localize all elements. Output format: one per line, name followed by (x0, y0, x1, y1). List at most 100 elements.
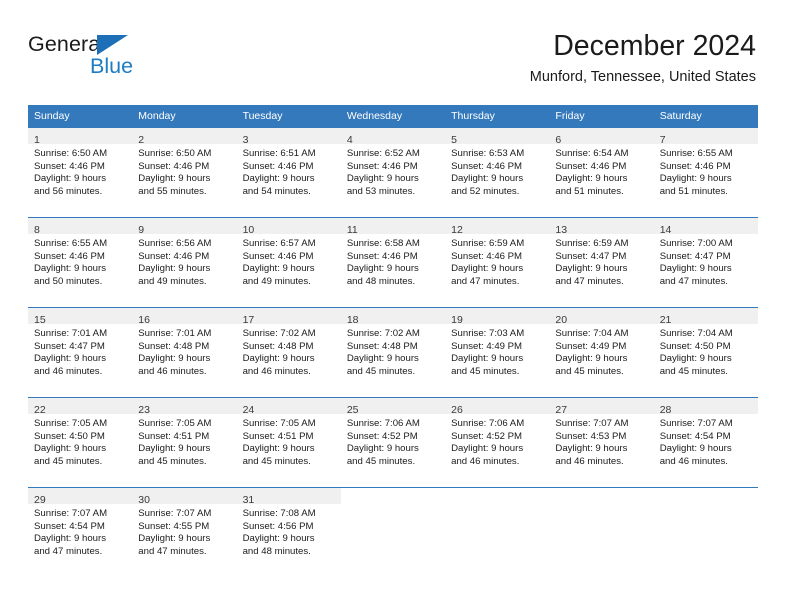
calendar-week-row: 8 Sunrise: 6:55 AM Sunset: 4:46 PM Daylight… (28, 217, 758, 308)
day-cell-content: 20 Sunrise: 7:04 AM Sunset: 4:49 PM Dayligh… (549, 308, 654, 397)
day-sun-info: Sunrise: 7:07 AM Sunset: 4:54 PM Daylight:… (654, 414, 758, 468)
day-sun-info: Sunrise: 7:02 AM Sunset: 4:48 PM Daylight:… (341, 324, 445, 378)
day-number: 12 (451, 224, 463, 236)
day-cell-content: 18 Sunrise: 7:02 AM Sunset: 4:48 PM Dayligh… (340, 308, 446, 397)
calendar-day-cell[interactable]: 16 Sunrise: 7:01 AM Sunset: 4:48 PM Dayligh… (132, 307, 237, 398)
calendar-day-cell[interactable]: 24 Sunrise: 7:05 AM Sunset: 4:51 PM Dayligh… (236, 397, 341, 488)
sunset-text: Sunset: 4:46 PM (346, 250, 418, 262)
weekday-header-saturday: Saturday (653, 105, 758, 128)
daylight-text-line1: Daylight: 9 hours (555, 173, 628, 185)
sunrise-text: Sunrise: 7:08 AM (242, 508, 316, 519)
day-sun-info: Sunrise: 6:53 AM Sunset: 4:46 PM Daylight:… (445, 144, 549, 198)
daylight-text-line1: Daylight: 9 hours (451, 353, 524, 365)
sunrise-text: Sunrise: 6:59 AM (451, 238, 525, 249)
sunrise-text: Sunrise: 7:04 AM (659, 328, 733, 339)
daylight-text-line2: and 49 minutes. (242, 275, 311, 287)
sunset-text: Sunset: 4:51 PM (242, 430, 314, 442)
calendar-day-cell[interactable]: 30 Sunrise: 7:07 AM Sunset: 4:55 PM Dayligh… (132, 487, 237, 577)
calendar-day-cell[interactable]: 25 Sunrise: 7:06 AM Sunset: 4:52 PM Dayligh… (340, 397, 446, 488)
day-number: 8 (34, 224, 40, 236)
sunrise-text: Sunrise: 6:59 AM (555, 238, 629, 249)
calendar-day-cell[interactable]: 15 Sunrise: 7:01 AM Sunset: 4:47 PM Dayligh… (28, 307, 133, 398)
calendar-day-cell[interactable]: 28 Sunrise: 7:07 AM Sunset: 4:54 PM Dayligh… (653, 397, 758, 488)
daylight-text-line1: Daylight: 9 hours (451, 443, 524, 455)
daylight-text-line1: Daylight: 9 hours (34, 443, 106, 455)
daylight-text-line1: Daylight: 9 hours (242, 353, 315, 365)
daylight-text-line1: Daylight: 9 hours (451, 263, 524, 275)
calendar-day-cell[interactable]: 13 Sunrise: 6:59 AM Sunset: 4:47 PM Dayligh… (549, 217, 654, 308)
sunset-text: Sunset: 4:47 PM (34, 340, 105, 352)
day-number: 16 (138, 314, 150, 326)
day-sun-info: Sunrise: 7:04 AM Sunset: 4:50 PM Daylight:… (654, 324, 758, 378)
day-number-band: 1 (28, 128, 133, 146)
sunset-text: Sunset: 4:46 PM (451, 250, 523, 262)
day-sun-info: Sunrise: 6:50 AM Sunset: 4:46 PM Daylight:… (28, 144, 132, 198)
calendar-day-cell[interactable]: 27 Sunrise: 7:07 AM Sunset: 4:53 PM Dayligh… (549, 397, 654, 488)
calendar-day-cell[interactable]: 31 Sunrise: 7:08 AM Sunset: 4:56 PM Dayligh… (236, 487, 341, 577)
calendar-day-cell[interactable]: 22 Sunrise: 7:05 AM Sunset: 4:50 PM Dayligh… (28, 397, 133, 488)
calendar-day-cell[interactable]: 18 Sunrise: 7:02 AM Sunset: 4:48 PM Dayligh… (340, 307, 446, 398)
day-cell-content: 8 Sunrise: 6:55 AM Sunset: 4:46 PM Daylight… (28, 218, 133, 307)
sunrise-text: Sunrise: 7:01 AM (138, 328, 212, 339)
calendar-day-cell[interactable]: 19 Sunrise: 7:03 AM Sunset: 4:49 PM Dayligh… (445, 307, 550, 398)
day-cell-content: 14 Sunrise: 7:00 AM Sunset: 4:47 PM Dayligh… (653, 218, 758, 307)
calendar-day-cell[interactable]: 23 Sunrise: 7:05 AM Sunset: 4:51 PM Dayligh… (132, 397, 237, 488)
day-number-band: 3 (236, 128, 341, 146)
day-cell-content: 31 Sunrise: 7:08 AM Sunset: 4:56 PM Dayligh… (236, 488, 341, 577)
daylight-text-line2: and 51 minutes. (659, 185, 728, 197)
daylight-text-line2: and 52 minutes. (451, 185, 520, 197)
sunset-text: Sunset: 4:48 PM (138, 340, 210, 352)
day-sun-info: Sunrise: 7:06 AM Sunset: 4:52 PM Daylight:… (445, 414, 549, 468)
sunset-text: Sunset: 4:46 PM (34, 160, 105, 172)
sunset-text: Sunset: 4:56 PM (242, 520, 314, 532)
daylight-text-line2: and 48 minutes. (242, 545, 311, 557)
calendar-day-cell[interactable]: 10 Sunrise: 6:57 AM Sunset: 4:46 PM Dayligh… (236, 217, 341, 308)
day-number: 9 (138, 224, 145, 236)
calendar-day-cell[interactable]: 2 Sunrise: 6:50 AM Sunset: 4:46 PM Daylight… (132, 127, 237, 218)
calendar-day-cell[interactable]: 6 Sunrise: 6:54 AM Sunset: 4:46 PM Daylight… (549, 127, 654, 218)
day-cell-content: 6 Sunrise: 6:54 AM Sunset: 4:46 PM Daylight… (549, 128, 654, 217)
daylight-text-line1: Daylight: 9 hours (659, 173, 732, 185)
day-number: 26 (451, 404, 463, 416)
day-sun-info: Sunrise: 6:59 AM Sunset: 4:47 PM Daylight:… (549, 234, 653, 288)
day-sun-info: Sunrise: 6:56 AM Sunset: 4:46 PM Daylight:… (132, 234, 236, 288)
daylight-text-line1: Daylight: 9 hours (138, 443, 211, 455)
calendar-table: Sunday Monday Tuesday Wednesday Thursday Frid… (28, 105, 758, 577)
day-cell-content: 5 Sunrise: 6:53 AM Sunset: 4:46 PM Daylight… (445, 128, 550, 217)
day-number-band: 6 (549, 128, 654, 146)
daylight-text-line2: and 45 minutes. (555, 365, 624, 377)
daylight-text-line1: Daylight: 9 hours (346, 173, 419, 185)
daylight-text-line2: and 45 minutes. (346, 365, 416, 377)
sunrise-text: Sunrise: 7:03 AM (451, 328, 525, 339)
day-number: 24 (242, 404, 255, 416)
sunrise-text: Sunrise: 6:55 AM (659, 148, 733, 159)
day-number-band: 24 (236, 398, 341, 416)
calendar-day-cell[interactable]: 12 Sunrise: 6:59 AM Sunset: 4:46 PM Dayligh… (445, 217, 550, 308)
day-sun-info: Sunrise: 7:06 AM Sunset: 4:52 PM Daylight:… (341, 414, 445, 468)
calendar-day-cell[interactable]: 11 Sunrise: 6:58 AM Sunset: 4:46 PM Dayligh… (340, 217, 446, 308)
calendar-day-cell[interactable]: 4 Sunrise: 6:52 AM Sunset: 4:46 PM Daylight… (340, 127, 446, 218)
daylight-text-line1: Daylight: 9 hours (138, 533, 211, 545)
calendar-day-cell[interactable]: 21 Sunrise: 7:04 AM Sunset: 4:50 PM Dayligh… (653, 307, 758, 398)
general-blue-logo[interactable]: General Blue (28, 32, 208, 88)
day-sun-info: Sunrise: 6:52 AM Sunset: 4:46 PM Daylight:… (341, 144, 445, 198)
sunset-text: Sunset: 4:49 PM (555, 340, 627, 352)
calendar-day-cell[interactable]: 17 Sunrise: 7:02 AM Sunset: 4:48 PM Dayligh… (236, 307, 341, 398)
calendar-week-row: 1 Sunrise: 6:50 AM Sunset: 4:46 PM Daylight… (28, 127, 758, 218)
calendar-day-cell[interactable]: 26 Sunrise: 7:06 AM Sunset: 4:52 PM Dayligh… (445, 397, 550, 488)
calendar-body: 1 Sunrise: 6:50 AM Sunset: 4:46 PM Daylight… (28, 127, 758, 577)
day-sun-info: Sunrise: 6:55 AM Sunset: 4:46 PM Daylight:… (654, 144, 758, 198)
calendar-day-cell[interactable]: 8 Sunrise: 6:55 AM Sunset: 4:46 PM Daylight… (28, 217, 133, 308)
calendar-day-cell[interactable]: 9 Sunrise: 6:56 AM Sunset: 4:46 PM Daylight… (132, 217, 237, 308)
calendar-day-cell[interactable]: 7 Sunrise: 6:55 AM Sunset: 4:46 PM Daylight… (653, 127, 758, 218)
calendar-day-cell[interactable]: 14 Sunrise: 7:00 AM Sunset: 4:47 PM Dayligh… (653, 217, 758, 308)
calendar-day-cell[interactable]: 5 Sunrise: 6:53 AM Sunset: 4:46 PM Daylight… (445, 127, 550, 218)
daylight-text-line1: Daylight: 9 hours (346, 353, 419, 365)
calendar-day-cell[interactable]: 20 Sunrise: 7:04 AM Sunset: 4:49 PM Dayligh… (549, 307, 654, 398)
day-number-band: 27 (549, 398, 654, 416)
daylight-text-line2: and 46 minutes. (451, 455, 520, 467)
calendar-day-cell[interactable]: 3 Sunrise: 6:51 AM Sunset: 4:46 PM Daylight… (236, 127, 341, 218)
calendar-day-cell[interactable]: 29 Sunrise: 7:07 AM Sunset: 4:54 PM Dayligh… (28, 487, 133, 577)
daylight-text-line2: and 49 minutes. (138, 275, 207, 287)
calendar-day-cell[interactable]: 1 Sunrise: 6:50 AM Sunset: 4:46 PM Daylight… (28, 127, 133, 218)
